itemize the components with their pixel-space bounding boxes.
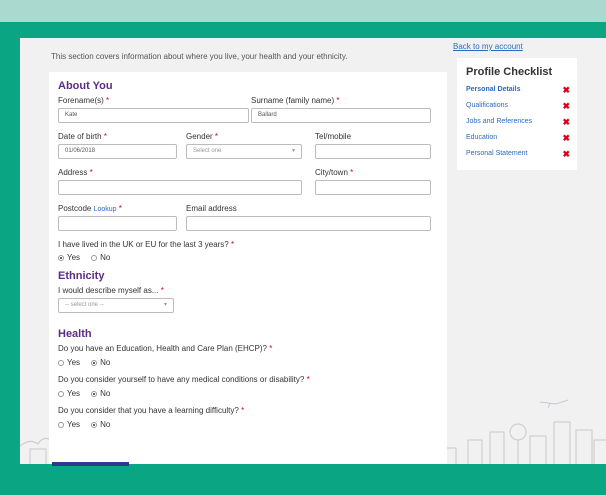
ehcp-yes-label: Yes	[67, 358, 81, 367]
tel-input[interactable]	[315, 144, 431, 159]
checklist-item-label: Qualifications	[466, 102, 509, 109]
forename-input[interactable]: Kate	[58, 108, 249, 123]
personal-details-form: About You Forename(s) * Kate Surname (fa…	[49, 72, 447, 464]
cross-icon: ✖	[562, 117, 570, 127]
dob-input[interactable]: 01/06/2018	[58, 144, 177, 159]
ehcp-yes-radio[interactable]	[58, 359, 64, 366]
learning-difficulty-question: Do you consider that you have a learning…	[58, 406, 245, 415]
forename-label: Forename(s) *	[58, 96, 110, 105]
postcode-lookup-link[interactable]: Lookup	[94, 206, 117, 213]
checklist-item-label: Personal Statement	[466, 150, 528, 157]
medical-no-label: No	[100, 389, 111, 398]
email-input[interactable]	[186, 216, 431, 231]
postcode-label: Postcode Lookup *	[58, 204, 122, 213]
uk-yes-label: Yes	[67, 253, 81, 262]
ethnicity-select-placeholder: -- select one --	[65, 302, 104, 308]
page-panel: This section covers information about wh…	[20, 38, 606, 464]
uk-yes-radio[interactable]	[58, 254, 64, 261]
ehcp-question: Do you have an Education, Health and Car…	[58, 344, 273, 353]
chevron-down-icon: ▾	[291, 148, 295, 154]
city-input[interactable]	[315, 180, 431, 195]
cross-icon: ✖	[562, 85, 570, 95]
address-label: Address *	[58, 168, 93, 177]
medical-yes-label: Yes	[67, 389, 81, 398]
back-to-account-link[interactable]: Back to my account	[453, 42, 523, 51]
surname-input[interactable]: Ballard	[251, 108, 431, 123]
ethnicity-heading: Ethnicity	[58, 270, 105, 282]
uk-residency-radio-group: Yes No	[58, 253, 110, 262]
about-you-heading: About You	[58, 80, 113, 92]
uk-residency-question: I have lived in the UK or EU for the las…	[58, 240, 235, 249]
checklist-item-education[interactable]: Education ✖	[466, 133, 574, 146]
intro-text: This section covers information about wh…	[51, 52, 348, 61]
learning-no-radio[interactable]	[91, 421, 98, 428]
cross-icon: ✖	[562, 133, 570, 143]
cross-icon: ✖	[562, 149, 570, 159]
gender-select-placeholder: Select one	[193, 148, 222, 154]
ehcp-no-label: No	[100, 358, 111, 367]
medical-radio-group: Yes No	[58, 389, 110, 398]
email-label: Email address	[186, 204, 237, 213]
checklist-item-label: Education	[466, 134, 498, 141]
ehcp-no-radio[interactable]	[91, 359, 98, 366]
checklist-item-jobs-references[interactable]: Jobs and References ✖	[466, 117, 574, 130]
city-label: City/town *	[315, 168, 354, 177]
medical-yes-radio[interactable]	[58, 390, 64, 397]
health-heading: Health	[58, 328, 92, 340]
gender-label: Gender *	[186, 132, 219, 141]
postcode-input[interactable]	[58, 216, 177, 231]
ehcp-radio-group: Yes No	[58, 358, 110, 367]
learning-no-label: No	[100, 420, 111, 429]
cross-icon: ✖	[562, 101, 570, 111]
address-input[interactable]	[58, 180, 302, 195]
checklist-item-label: Jobs and References	[466, 118, 533, 125]
profile-checklist: Profile Checklist Personal Details ✖ Qua…	[457, 58, 577, 170]
ethnicity-label: I would describe myself as... *	[58, 286, 164, 295]
checklist-item-label: Personal Details	[466, 86, 521, 93]
dob-label: Date of birth *	[58, 132, 107, 141]
surname-label: Surname (family name) *	[251, 96, 340, 105]
learning-yes-radio[interactable]	[58, 421, 64, 428]
checklist-item-qualifications[interactable]: Qualifications ✖	[466, 101, 574, 114]
gender-select[interactable]: Select one ▾	[186, 144, 302, 159]
uk-no-radio[interactable]	[91, 254, 98, 261]
uk-no-label: No	[100, 253, 111, 262]
learning-radio-group: Yes No	[58, 420, 110, 429]
checklist-item-personal-details[interactable]: Personal Details ✖	[466, 85, 574, 98]
learning-yes-label: Yes	[67, 420, 81, 429]
chevron-down-icon: ▾	[163, 302, 167, 308]
profile-checklist-title: Profile Checklist	[466, 66, 553, 78]
medical-conditions-question: Do you consider yourself to have any med…	[58, 375, 310, 384]
submit-button[interactable]	[52, 462, 129, 466]
checklist-item-personal-statement[interactable]: Personal Statement ✖	[466, 149, 574, 162]
tel-label: Tel/mobile	[315, 132, 352, 141]
ethnicity-select[interactable]: -- select one -- ▾	[58, 298, 174, 313]
medical-no-radio[interactable]	[91, 390, 98, 397]
top-banner-strip	[0, 0, 606, 22]
